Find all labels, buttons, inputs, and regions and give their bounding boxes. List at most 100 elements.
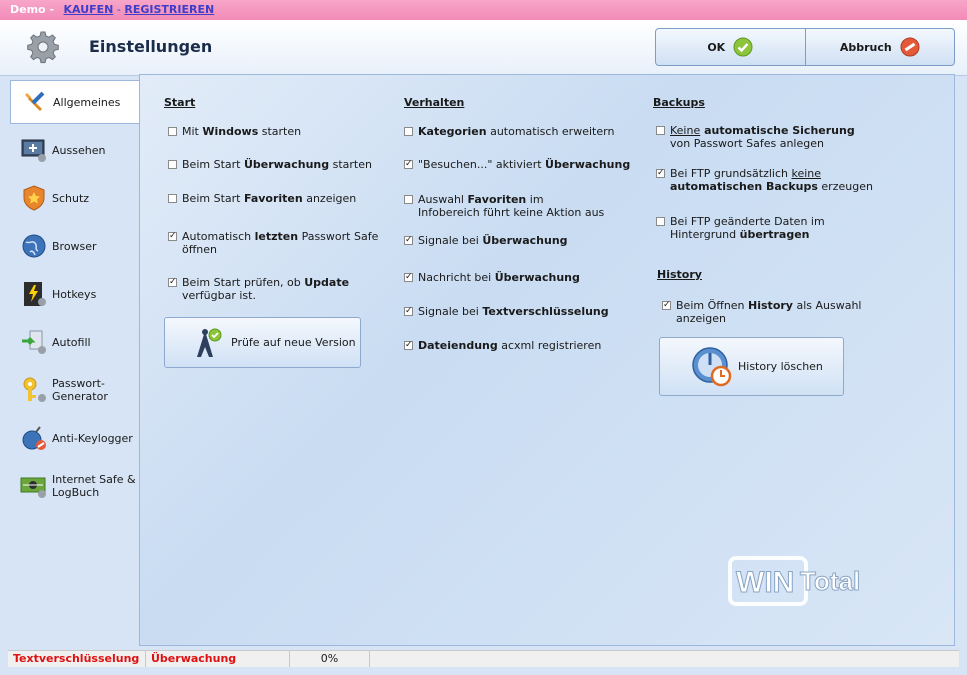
option-text-bold: Überwachung [494, 271, 580, 284]
buy-link[interactable]: KAUFEN [64, 3, 114, 16]
monitor-icon [21, 139, 46, 162]
option-text-bold: Überwachung [243, 158, 330, 171]
sidebar-label: Autofill [52, 335, 91, 349]
option-start-windows[interactable]: Mit Windows starten [168, 125, 301, 138]
option-visit-monitoring[interactable]: "Besuchen..." aktiviert Überwachung [404, 158, 630, 171]
checkbox[interactable] [656, 169, 665, 178]
checkbox[interactable] [404, 307, 413, 316]
cancel-button[interactable]: Abbruch [804, 29, 955, 65]
checkbox[interactable] [656, 217, 665, 226]
option-text-bold: Überwachung [545, 158, 631, 171]
option-history-selection[interactable]: Beim Öffnen History als Auswahl anzeigen [662, 299, 861, 325]
option-text-bold: Textverschlüsselung [482, 305, 609, 318]
sidebar-item-browser[interactable]: Browser [10, 224, 140, 268]
option-open-last-safe[interactable]: Automatisch letzten Passwort Safe öffnen [168, 230, 378, 256]
option-text: Passwort Safe [298, 230, 379, 243]
option-text: Bei FTP grundsätzlich [670, 167, 792, 180]
option-signal-monitoring[interactable]: Signale bei Überwachung [404, 234, 568, 247]
checkbox[interactable] [662, 301, 671, 310]
sidebar-item-passwort-generator[interactable]: Passwort- Generator [10, 368, 140, 412]
checkbox[interactable] [168, 160, 177, 169]
checkbox[interactable] [404, 195, 413, 204]
sidebar-label: Passwort- Generator [52, 377, 108, 403]
sidebar-item-autofill[interactable]: Autofill [10, 320, 140, 364]
option-text: im [526, 193, 544, 206]
option-text-bold: Überwachung [482, 234, 568, 247]
option-text: von Passwort Safes anlegen [670, 137, 824, 150]
ok-label: OK [707, 40, 726, 54]
option-text: starten [258, 125, 302, 138]
sidebar-label: Browser [52, 239, 97, 253]
wintotal-logo-graphic: WIN Total [728, 556, 861, 606]
checkbox[interactable] [168, 194, 177, 203]
option-message-monitoring[interactable]: Nachricht bei Überwachung [404, 271, 580, 284]
autofill-icon [22, 330, 46, 354]
sidebar-label: Allgemeines [53, 95, 121, 109]
checkbox[interactable] [404, 160, 413, 169]
option-text: Nachricht bei [418, 271, 495, 284]
option-text: automatisch erweitern [486, 125, 615, 138]
option-text: Infobereich führt keine Aktion aus [418, 206, 605, 219]
option-text-bold: History [748, 299, 793, 312]
option-text-bold: automatischen Backups [670, 180, 818, 193]
option-text: Signale bei [418, 234, 483, 247]
option-text-bold: Dateiendung [418, 339, 498, 352]
option-text: Beim Start [182, 158, 244, 171]
sidebar-item-schutz[interactable]: Schutz [10, 176, 140, 220]
clear-history-label: History löschen [738, 360, 823, 373]
status-encryption: Textverschlüsselung [8, 651, 146, 667]
antenna-icon [197, 328, 222, 357]
option-ftp-background[interactable]: Bei FTP geänderte Daten im Hintergrund üb… [656, 215, 825, 241]
sidebar-item-hotkeys[interactable]: Hotkeys [10, 272, 140, 316]
sidebar-label: Aussehen [52, 143, 106, 157]
option-start-favorites[interactable]: Beim Start Favoriten anzeigen [168, 192, 356, 205]
option-text: Beim Start prüfen, ob [182, 276, 305, 289]
section-title-start: Start [164, 96, 196, 109]
logo-text-total: Total [800, 566, 860, 596]
checkbox[interactable] [404, 236, 413, 245]
section-title-history: History [657, 268, 702, 281]
option-text: anzeigen [302, 192, 357, 205]
option-ftp-no-backup[interactable]: Bei FTP grundsätzlich keineautomatischen… [656, 167, 873, 193]
option-text: öffnen [182, 243, 218, 256]
globe-icon [22, 234, 46, 258]
section-title-verhalten: Verhalten [404, 96, 465, 109]
option-text-underline: Keine [670, 124, 701, 137]
option-favorites-tray[interactable]: Auswahl Favoriten im Infobereich führt ke… [404, 193, 604, 219]
checkbox[interactable] [404, 341, 413, 350]
ok-button[interactable]: OK [656, 29, 805, 65]
option-text: "Besuchen..." aktiviert [418, 158, 546, 171]
checkbox[interactable] [656, 126, 665, 135]
checkbox[interactable] [404, 273, 413, 282]
safe-icon [20, 477, 46, 498]
option-expand-categories[interactable]: Kategorien automatisch erweitern [404, 125, 614, 138]
sidebar-label: Schutz [52, 191, 90, 205]
status-bar: Textverschlüsselung Überwachung 0% [8, 650, 959, 667]
option-text-bold: letzten [254, 230, 299, 243]
option-register-extension[interactable]: Dateiendung acxml registrieren [404, 339, 601, 352]
check-version-button[interactable]: Prüfe auf neue Version [164, 317, 361, 368]
tools-icon [25, 91, 45, 111]
checkbox[interactable] [404, 127, 413, 136]
clear-history-button[interactable]: History löschen [659, 337, 844, 396]
history-clock-icon [692, 346, 732, 386]
sidebar-item-aussehen[interactable]: Aussehen [10, 128, 140, 172]
sidebar-label: Internet Safe & LogBuch [52, 473, 136, 499]
status-monitoring: Überwachung [146, 651, 290, 667]
option-signal-encryption[interactable]: Signale bei Textverschlüsselung [404, 305, 609, 318]
option-no-auto-backup[interactable]: Keine automatische Sicherung von Passwort… [656, 124, 855, 150]
option-check-update[interactable]: Beim Start prüfen, ob Update verfügbar is… [168, 276, 349, 302]
sidebar-item-allgemeines[interactable]: Allgemeines [10, 80, 140, 124]
status-progress: 0% [290, 651, 370, 667]
checkbox[interactable] [168, 232, 177, 241]
option-text-bold: Windows [202, 125, 259, 138]
check-circle-icon [733, 37, 753, 57]
checkbox[interactable] [168, 127, 177, 136]
sidebar-item-anti-keylogger[interactable]: Anti-Keylogger [10, 416, 140, 460]
option-start-monitoring[interactable]: Beim Start Überwachung starten [168, 158, 372, 171]
section-title-backups: Backups [653, 96, 705, 109]
sidebar-label: Anti-Keylogger [52, 431, 133, 445]
register-link[interactable]: REGISTRIEREN [124, 3, 214, 16]
checkbox[interactable] [168, 278, 177, 287]
sidebar-item-internet-safe[interactable]: Internet Safe & LogBuch [10, 464, 140, 508]
